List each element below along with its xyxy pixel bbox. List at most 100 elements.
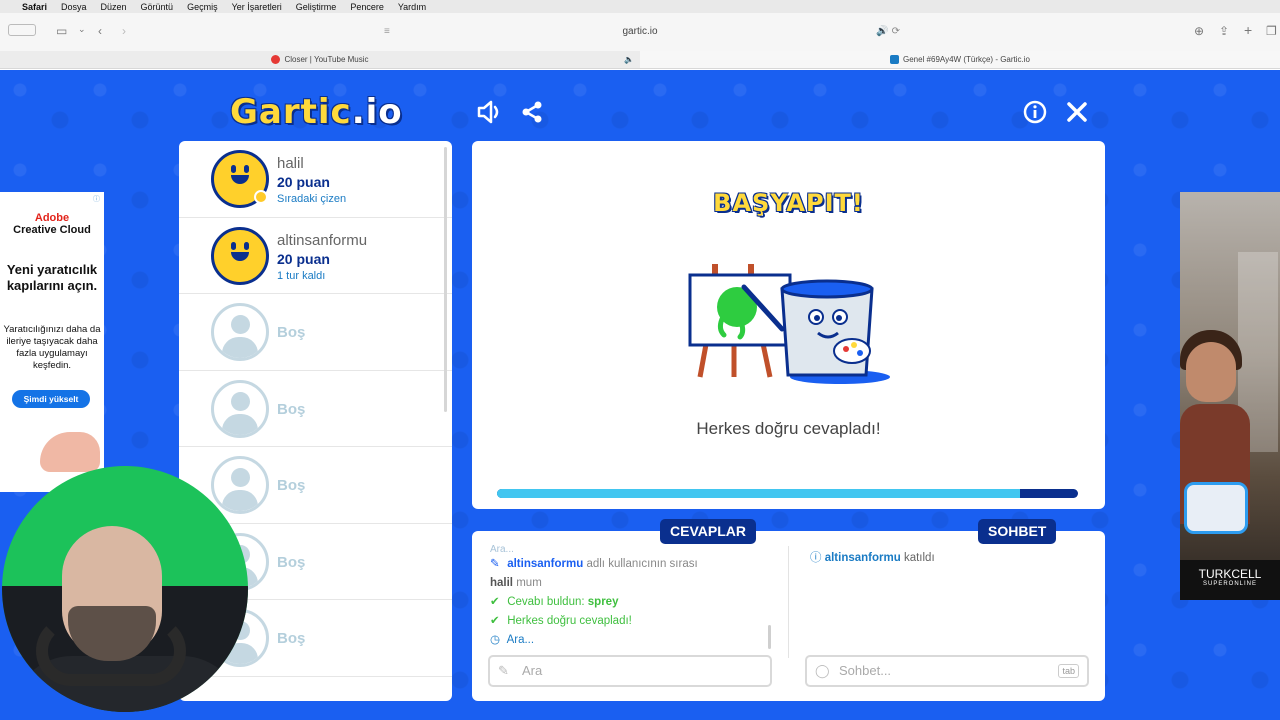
ara-text: Ara... [506, 634, 535, 646]
pencil-icon: ✎ [498, 663, 509, 678]
chat-log: ⓘ altinsanformu katıldı [810, 549, 935, 565]
empty-slot-label: Boş [277, 477, 306, 494]
chat-join-text: katıldı [903, 552, 935, 564]
browser-toolbar: ▭ ⌄ ‹ › ≡ gartic.io 🔊 ⟳ ⊕ ⇪ + ❐ [0, 13, 1280, 51]
menu-safari[interactable]: Safari [22, 2, 47, 12]
players-scrollbar[interactable] [444, 147, 447, 412]
gartic-logo: Gartic.io [230, 92, 403, 132]
round-progress-bar [497, 489, 1078, 498]
ad-brand: Adobe Creative Cloud [0, 212, 104, 236]
sidebar-icon[interactable]: ▭ [56, 24, 67, 38]
empty-slot-label: Boş [277, 553, 306, 571]
logo-suffix: .io [351, 92, 403, 132]
menu-pencere[interactable]: Pencere [350, 2, 384, 12]
tab-strip: Closer | YouTube Music 🔈 Genel #69Ay4W (… [0, 51, 1280, 69]
turn-user: altinsanformu [507, 558, 584, 570]
webcam-overlay [2, 466, 248, 712]
address-bar[interactable]: ≡ gartic.io 🔊 ⟳ [380, 21, 900, 43]
download-icon[interactable]: ⊕ [1194, 24, 1204, 38]
guess-user: halil [490, 577, 514, 589]
chat-join-user: altinsanformu [824, 552, 901, 564]
menu-gelistirme[interactable]: Geliştirme [296, 2, 337, 12]
ad-brand-line2: Creative Cloud [13, 224, 91, 236]
page-icon: ≡ [384, 26, 390, 37]
player-row: altinsanformu 20 puan 1 tur kaldı [179, 218, 452, 294]
ad-brand: TURKCELL [1198, 567, 1262, 581]
chat-tab[interactable]: SOHBET [978, 519, 1057, 544]
answers-partial-line: Ara... [490, 545, 514, 555]
empty-avatar-icon [211, 379, 269, 438]
answer-input[interactable]: ✎ Ara [488, 655, 772, 687]
info-icon[interactable] [1023, 100, 1047, 124]
empty-slot: Boş [179, 294, 452, 371]
ad-hand-image [40, 432, 100, 472]
round-progress-fill [497, 489, 1020, 498]
answers-scrollbar[interactable] [768, 625, 771, 649]
chat-bubble-icon: ◯ [815, 663, 830, 678]
empty-slot-label: Boş [277, 630, 306, 647]
player-avatar [211, 226, 269, 285]
sound-icon[interactable] [476, 100, 504, 124]
player-name: halil [277, 155, 304, 172]
empty-slot: Boş [179, 371, 452, 447]
answers-chat-panel: CEVAPLAR SOHBET Ara... ✎ altinsanformu a… [472, 519, 1105, 701]
easel-paint-bucket-illustration [688, 264, 890, 384]
player-status: Sıradaki çizen [277, 193, 347, 205]
speaker-icon[interactable]: 🔈 [624, 55, 634, 64]
menu-dosya[interactable]: Dosya [61, 2, 87, 12]
answers-tab[interactable]: CEVAPLAR [660, 519, 756, 544]
empty-avatar-icon [211, 456, 269, 514]
ad-info-icon[interactable]: ⓘ [93, 194, 100, 204]
result-text: Herkes doğru cevapladı! [696, 419, 881, 438]
audio-reload-icons[interactable]: 🔊 ⟳ [876, 21, 900, 43]
next-drawer-badge-icon [254, 190, 268, 204]
close-icon[interactable] [1066, 101, 1088, 123]
menu-gecmis[interactable]: Geçmiş [187, 2, 218, 12]
empty-slot-label: Boş [277, 400, 306, 418]
tab-overview-icon[interactable] [8, 24, 36, 36]
turn-text: adlı kullanıcının sırası [586, 558, 698, 570]
tab-gartic[interactable]: Genel #69Ay4W (Türkçe) - Gartic.io [640, 51, 1280, 68]
answers-log: Ara... ✎ altinsanformu adlı kullanıcının… [490, 545, 770, 657]
answer-line: ✔ Herkes doğru cevapladı! [490, 612, 770, 631]
new-tab-icon[interactable]: + [1244, 22, 1252, 38]
player-status: 1 tur kaldı [277, 269, 326, 282]
share-icon[interactable]: ⇪ [1219, 24, 1229, 38]
ad-headline: Yeni yaratıcılık kapılarını açın. [6, 262, 98, 293]
guess-word: mum [516, 577, 542, 589]
info-icon: ⓘ [810, 552, 822, 564]
youtube-music-favicon-icon [271, 55, 281, 64]
ad-brand-line1: Adobe [34, 212, 70, 224]
ad-device-image [1184, 482, 1248, 534]
menu-yer-isaretleri[interactable]: Yer İşaretleri [232, 2, 282, 12]
chevron-down-icon[interactable]: ⌄ [78, 24, 86, 35]
found-word: sprey [587, 596, 619, 608]
check-icon: ✔ [490, 615, 500, 627]
chat-input-placeholder: Sohbet... [839, 663, 892, 678]
tabs-icon[interactable]: ❐ [1266, 24, 1277, 38]
adobe-ad[interactable]: ⓘ Adobe Creative Cloud Yeni yaratıcılık … [0, 192, 104, 492]
empty-avatar-icon [211, 303, 269, 361]
back-icon[interactable]: ‹ [98, 24, 102, 38]
logo-main: Gartic [230, 92, 352, 132]
menu-yardim[interactable]: Yardım [398, 2, 426, 12]
panel-divider [788, 546, 789, 658]
answer-input-placeholder: Ara [522, 663, 543, 678]
gartic-favicon-icon [889, 55, 899, 64]
share-icon[interactable] [520, 100, 544, 124]
found-text: Cevabı buldun: [507, 596, 585, 608]
ad-cta-button[interactable]: Şimdi yükselt [12, 390, 90, 408]
menu-goruntu[interactable]: Görüntü [141, 2, 174, 12]
ad-brand-sub: SUPERONLINE [1202, 581, 1257, 587]
menu-duzen[interactable]: Düzen [101, 2, 127, 12]
chat-input[interactable]: ◯ Sohbet... tab [805, 655, 1089, 687]
answer-line: ✎ altinsanformu adlı kullanıcının sırası [490, 555, 770, 574]
ad-person-face [1186, 342, 1236, 402]
check-icon: ✔ [490, 596, 500, 608]
turkcell-ad[interactable]: TURKCELL SUPERONLINE [1180, 192, 1280, 600]
answer-line: halil mum [490, 574, 770, 593]
pencil-icon: ✎ [490, 558, 500, 570]
tab-youtube-music[interactable]: Closer | YouTube Music 🔈 [0, 51, 640, 68]
forward-icon[interactable]: › [122, 24, 126, 38]
player-points: 20 puan [277, 250, 330, 267]
